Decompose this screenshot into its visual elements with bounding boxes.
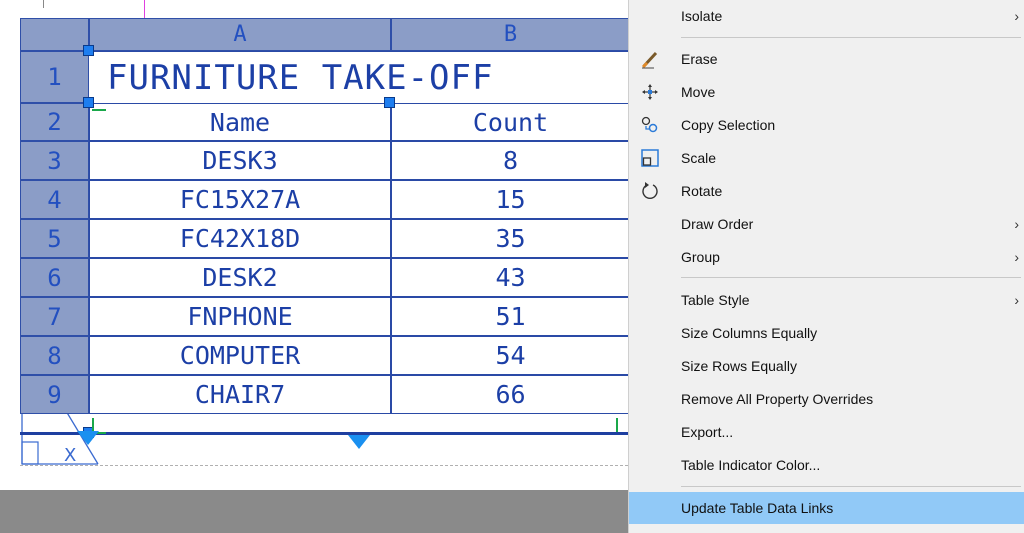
row-header-6[interactable]: 6 xyxy=(20,258,89,297)
move-icon xyxy=(639,81,661,103)
menu-item-label: Remove All Property Overrides xyxy=(681,391,874,407)
top-tick xyxy=(43,0,44,8)
dashed-boundary-line xyxy=(20,465,628,466)
menu-item-label: Rotate xyxy=(681,183,723,199)
menu-item-label: Scale xyxy=(681,150,717,166)
row-header-9[interactable]: 9 xyxy=(20,375,89,414)
scale-icon xyxy=(639,147,661,169)
column-header-row: A B xyxy=(20,18,628,51)
menu-item-size-columns-equally[interactable]: Size Columns Equally xyxy=(629,317,1024,349)
eraser-icon xyxy=(639,48,661,70)
menu-item-label: Draw Order xyxy=(681,216,754,232)
furniture-table[interactable]: A B 1 FURNITURE TAKE-OFF 2 Name Count 3 … xyxy=(20,18,628,433)
column-header-a[interactable]: A xyxy=(89,18,391,51)
corner-cell[interactable] xyxy=(20,18,89,51)
menu-item-rotate[interactable]: Rotate xyxy=(629,175,1024,207)
menu-separator xyxy=(681,277,1021,278)
menu-item-remove-overrides[interactable]: Remove All Property Overrides xyxy=(629,383,1024,415)
row-header-5[interactable]: 5 xyxy=(20,219,89,258)
column-marker xyxy=(92,109,106,111)
column-marker xyxy=(616,418,618,432)
name-cell[interactable]: DESK2 xyxy=(89,258,391,297)
menu-item-label: Copy Selection xyxy=(681,117,776,133)
menu-item-erase[interactable]: Erase xyxy=(629,43,1024,75)
count-cell[interactable]: 66 xyxy=(391,375,628,414)
count-cell[interactable]: 51 xyxy=(391,297,628,336)
submenu-arrow-icon: › xyxy=(1014,216,1019,232)
menu-separator xyxy=(681,37,1021,38)
row-header-4[interactable]: 4 xyxy=(20,180,89,219)
name-cell[interactable]: FC15X27A xyxy=(89,180,391,219)
column-header-b[interactable]: B xyxy=(391,18,628,51)
drawing-canvas[interactable]: Y X A B 1 FURNITURE TAKE-OFF 2 Name Coun… xyxy=(0,0,628,533)
menu-item-label: Table Indicator Color... xyxy=(681,457,821,473)
count-cell[interactable]: 54 xyxy=(391,336,628,375)
table-grip[interactable] xyxy=(83,45,94,56)
copy-icon xyxy=(639,114,661,136)
table-grip[interactable] xyxy=(384,97,395,108)
menu-separator xyxy=(681,486,1021,487)
bottom-status-area xyxy=(0,490,628,533)
table-row: 6 DESK2 43 xyxy=(20,258,628,297)
name-cell[interactable]: FC42X18D xyxy=(89,219,391,258)
menu-item-group[interactable]: Group › xyxy=(629,241,1024,273)
row-header-3[interactable]: 3 xyxy=(20,141,89,180)
table-row: 9 CHAIR7 66 xyxy=(20,375,628,414)
table-title-cell[interactable]: FURNITURE TAKE-OFF xyxy=(89,51,628,103)
menu-item-draw-order[interactable]: Draw Order › xyxy=(629,208,1024,240)
menu-item-label: Table Style xyxy=(681,292,750,308)
name-cell[interactable]: DESK3 xyxy=(89,141,391,180)
submenu-arrow-icon: › xyxy=(1014,8,1019,24)
table-grip[interactable] xyxy=(83,97,94,108)
menu-item-label: Isolate xyxy=(681,8,723,24)
name-cell[interactable]: CHAIR7 xyxy=(89,375,391,414)
table-break-arrow-grip[interactable] xyxy=(77,431,99,445)
table-row: 3 DESK3 8 xyxy=(20,141,628,180)
menu-item-scale[interactable]: Scale xyxy=(629,142,1024,174)
rotate-icon xyxy=(639,180,661,202)
menu-item-isolate[interactable]: Isolate › xyxy=(629,0,1024,32)
menu-item-label: Export... xyxy=(681,424,734,440)
row-header-8[interactable]: 8 xyxy=(20,336,89,375)
header-cell-count[interactable]: Count xyxy=(391,103,628,141)
menu-item-label: Move xyxy=(681,84,716,100)
count-cell[interactable]: 35 xyxy=(391,219,628,258)
table-row: 5 FC42X18D 35 xyxy=(20,219,628,258)
menu-item-size-rows-equally[interactable]: Size Rows Equally xyxy=(629,350,1024,382)
table-row: 7 FNPHONE 51 xyxy=(20,297,628,336)
svg-text:X: X xyxy=(64,445,76,466)
menu-item-export[interactable]: Export... xyxy=(629,416,1024,448)
menu-item-label: Group xyxy=(681,249,720,265)
menu-item-label: Erase xyxy=(681,51,718,67)
name-cell[interactable]: COMPUTER xyxy=(89,336,391,375)
menu-item-table-style[interactable]: Table Style › xyxy=(629,284,1024,316)
table-row: 4 FC15X27A 15 xyxy=(20,180,628,219)
menu-item-label: Size Columns Equally xyxy=(681,325,818,341)
context-menu: Isolate › Erase Move Copy Selection Scal… xyxy=(628,0,1024,533)
row-header-1[interactable]: 1 xyxy=(20,51,89,103)
row-header-2[interactable]: 2 xyxy=(20,103,89,141)
table-header-row: 2 Name Count xyxy=(20,103,628,141)
submenu-arrow-icon: › xyxy=(1014,292,1019,308)
row-header-7[interactable]: 7 xyxy=(20,297,89,336)
table-bottom-border xyxy=(20,432,628,435)
menu-item-update-table-data-links[interactable]: Update Table Data Links xyxy=(629,492,1024,524)
menu-item-copy-selection[interactable]: Copy Selection xyxy=(629,109,1024,141)
count-cell[interactable]: 8 xyxy=(391,141,628,180)
submenu-arrow-icon: › xyxy=(1014,249,1019,265)
column-marker xyxy=(92,418,94,432)
table-break-arrow-grip[interactable] xyxy=(348,435,370,449)
count-cell[interactable]: 43 xyxy=(391,258,628,297)
title-row: 1 FURNITURE TAKE-OFF xyxy=(20,51,628,103)
menu-item-table-indicator-color[interactable]: Table Indicator Color... xyxy=(629,449,1024,481)
menu-item-label: Size Rows Equally xyxy=(681,358,797,374)
header-cell-name[interactable]: Name xyxy=(89,103,391,141)
name-cell[interactable]: FNPHONE xyxy=(89,297,391,336)
table-row: 8 COMPUTER 54 xyxy=(20,336,628,375)
menu-item-label: Update Table Data Links xyxy=(681,500,834,516)
menu-item-move[interactable]: Move xyxy=(629,76,1024,108)
count-cell[interactable]: 15 xyxy=(391,180,628,219)
